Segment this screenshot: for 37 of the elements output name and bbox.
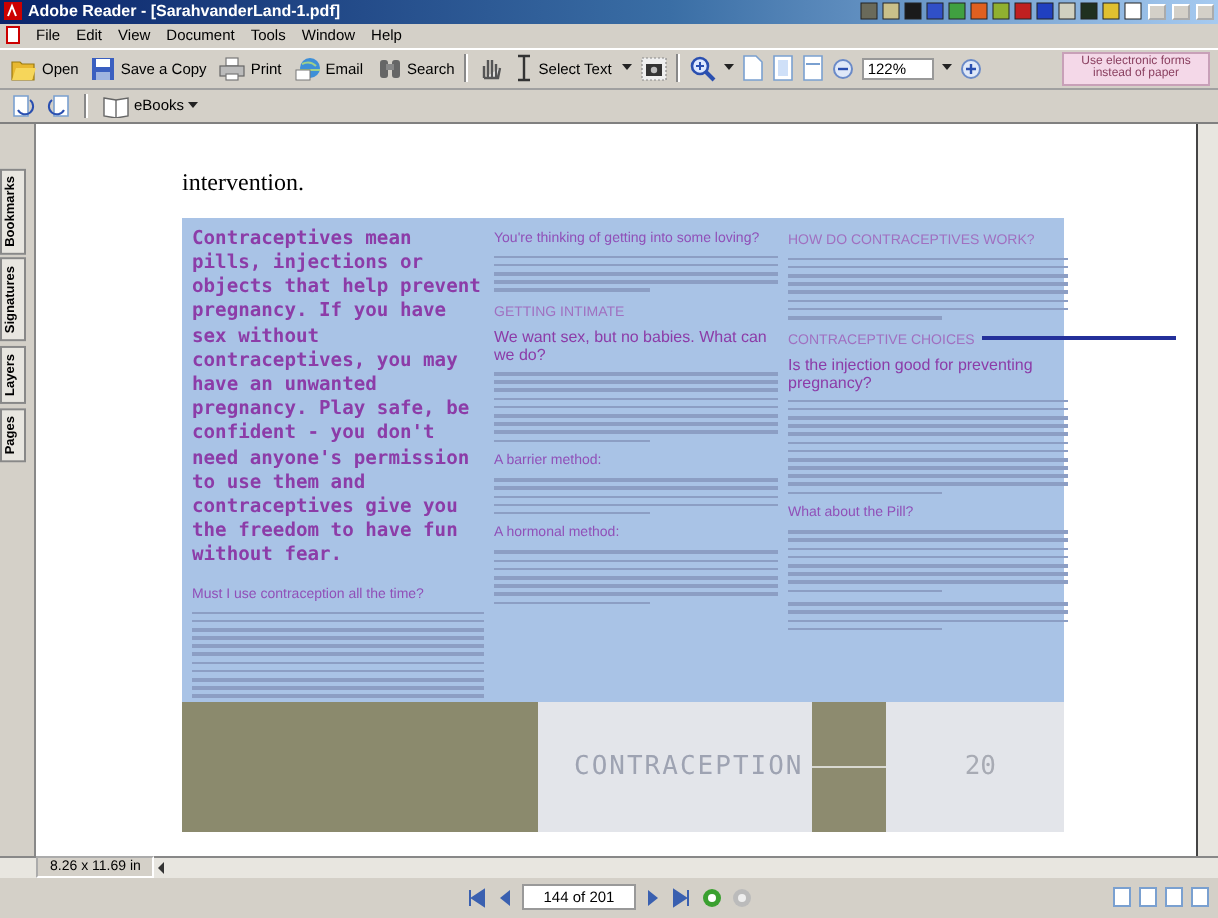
single-page-icon[interactable] xyxy=(1112,886,1132,909)
book-icon xyxy=(102,93,130,118)
maximize-button[interactable] xyxy=(1172,3,1190,20)
caret-icon xyxy=(188,101,199,110)
previous-page-icon[interactable] xyxy=(495,887,512,908)
zoom-icon[interactable] xyxy=(687,54,716,83)
text-cursor-icon xyxy=(514,54,535,83)
intro-paragraph: Contraceptives mean pills, injections or objects that help prevent pregnancy. If you have sex without contraceptives, you may have an unwanted pregnancy. Play safe, be confident - you don't need anyone's permission to use them and contraceptives give you the freedom to have fun without fear. xyxy=(192,227,483,570)
footer-title: CONTRACEPTION xyxy=(574,751,804,782)
zoom-out-icon[interactable] xyxy=(831,57,854,80)
question-heading: Is the injection good for preventing pregnancy? xyxy=(788,355,1035,392)
window-title: Adobe Reader - [SarahvanderLand-1.pdf] xyxy=(28,2,343,21)
caret-icon[interactable] xyxy=(723,64,734,73)
olive-block xyxy=(811,701,886,832)
rotate-page-icon[interactable] xyxy=(8,91,36,120)
first-page-icon[interactable] xyxy=(465,887,486,908)
question-heading: We want sex, but no babies. What can we do? xyxy=(494,328,769,365)
zoom-in-icon[interactable] xyxy=(959,57,982,80)
last-page-icon[interactable] xyxy=(672,887,693,908)
pdf-app-icon xyxy=(4,2,22,21)
open-folder-icon xyxy=(10,55,38,82)
fit-page-icon[interactable] xyxy=(771,54,794,83)
camera-icon[interactable] xyxy=(639,55,668,82)
binoculars-icon xyxy=(375,55,403,82)
caret-icon[interactable] xyxy=(941,64,952,73)
document-icon xyxy=(6,26,20,45)
rotate-page-icon[interactable] xyxy=(46,91,74,120)
document-text: intervention. xyxy=(182,167,306,198)
next-page-icon[interactable] xyxy=(646,887,663,908)
close-button[interactable] xyxy=(1196,3,1214,20)
vertical-scrollbar[interactable] xyxy=(1196,123,1218,856)
email-icon xyxy=(293,55,322,82)
page-number: 20 xyxy=(964,751,996,782)
minimize-button[interactable] xyxy=(1148,3,1166,20)
caret-icon[interactable] xyxy=(621,64,632,73)
printer-icon xyxy=(218,55,247,82)
fit-width-icon[interactable] xyxy=(801,54,824,83)
